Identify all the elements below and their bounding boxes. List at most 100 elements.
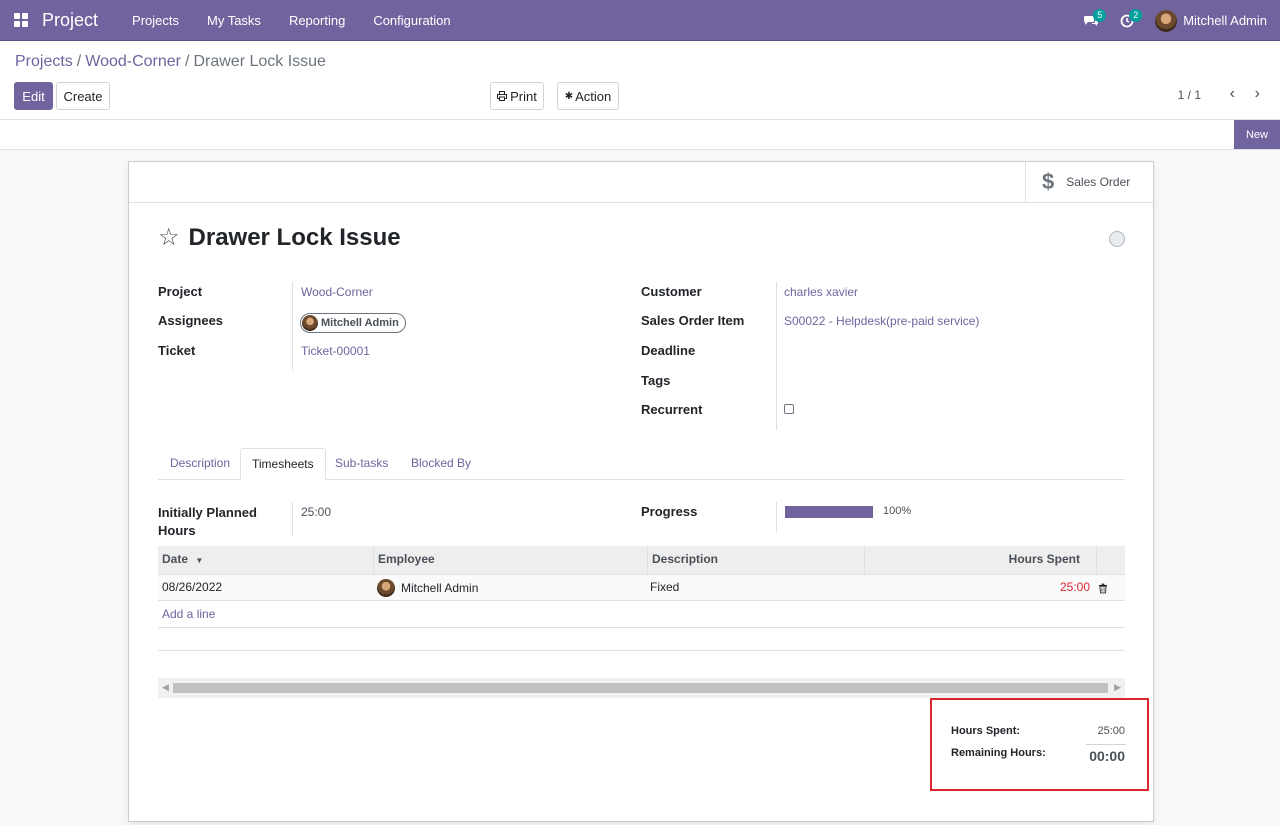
app-menu-icon[interactable]: [0, 0, 42, 41]
row-description[interactable]: Fixed: [647, 575, 682, 601]
breadcrumb-separator: /: [76, 53, 82, 70]
breadcrumb-projects[interactable]: Projects: [15, 53, 73, 71]
gear-icon: ✱: [564, 90, 574, 102]
tab-sub-tasks[interactable]: Sub-tasks: [324, 448, 399, 480]
action-button[interactable]: ✱ Action: [557, 82, 619, 110]
tags-label: Tags: [641, 373, 671, 388]
edit-button[interactable]: Edit: [14, 82, 53, 110]
breadcrumb: Projects / Wood-Corner / Drawer Lock Iss…: [15, 53, 326, 71]
row-employee[interactable]: Mitchell Admin: [374, 575, 481, 601]
recurrent-checkbox[interactable]: [784, 404, 794, 414]
ticket-value[interactable]: Ticket-00001: [301, 344, 370, 358]
progress-label: Progress: [641, 504, 698, 519]
tab-timesheets[interactable]: Timesheets: [240, 448, 326, 480]
sort-desc-icon: ▼: [195, 556, 204, 565]
assignee-avatar: [302, 315, 318, 331]
tags-field[interactable]: [784, 370, 1104, 390]
sales-order-item-label: Sales Order Item: [641, 313, 745, 328]
field-divider: [776, 282, 777, 430]
print-icon: [497, 91, 508, 101]
sales-order-smart-button[interactable]: $ Sales Order: [1025, 162, 1153, 202]
remaining-hours-value: 00:00: [1089, 748, 1125, 764]
smart-button-box: $ Sales Order: [129, 162, 1153, 203]
app-title[interactable]: Project: [42, 10, 98, 31]
stage-new-button[interactable]: New: [1234, 120, 1280, 149]
sales-order-item-value[interactable]: S00022 - Helpdesk(pre-paid service): [784, 314, 979, 328]
messages-count-badge: 5: [1093, 9, 1107, 22]
messages-button[interactable]: 5: [1073, 0, 1109, 41]
assignee-name: Mitchell Admin: [321, 317, 399, 329]
hours-spent-total-value: 25:00: [1097, 725, 1125, 737]
pager-previous-icon[interactable]: ‹: [1230, 85, 1235, 103]
pager-next-icon[interactable]: ›: [1255, 85, 1260, 103]
tab-blocked-by[interactable]: Blocked By: [400, 448, 482, 480]
print-label: Print: [510, 88, 537, 104]
menu-reporting[interactable]: Reporting: [275, 0, 359, 41]
activities-count-badge: 2: [1129, 9, 1143, 22]
hours-totals: Hours Spent: 25:00 Remaining Hours: 00:0…: [930, 698, 1149, 791]
column-date[interactable]: Date ▼: [158, 546, 374, 575]
notebook-tabs: Description Timesheets Sub-tasks Blocked…: [158, 448, 1125, 480]
table-row[interactable]: 08/26/2022 Mitchell Admin Fixed 25:00: [158, 575, 1125, 601]
project-value[interactable]: Wood-Corner: [301, 285, 373, 299]
horizontal-scrollbar[interactable]: ◀ ▶: [158, 678, 1125, 698]
project-label: Project: [158, 284, 203, 299]
breadcrumb-current: Drawer Lock Issue: [193, 53, 326, 70]
menu-my-tasks[interactable]: My Tasks: [193, 0, 275, 41]
scroll-left-icon[interactable]: ◀: [162, 682, 169, 693]
sales-order-label: Sales Order: [1066, 175, 1131, 189]
deadline-label: Deadline: [641, 343, 696, 358]
breadcrumb-separator: /: [185, 53, 190, 70]
field-divider: [776, 502, 777, 532]
totals-divider: [1086, 744, 1126, 745]
table-header: Date ▼ Employee Description Hours Spent: [158, 546, 1125, 575]
progress-bar: [785, 506, 873, 518]
menu-projects[interactable]: Projects: [118, 0, 193, 41]
ticket-label: Ticket: [158, 343, 196, 358]
row-hours-spent[interactable]: 25:00: [865, 575, 1093, 601]
user-menu[interactable]: Mitchell Admin: [1145, 9, 1280, 32]
menu-configuration[interactable]: Configuration: [359, 0, 464, 41]
user-name: Mitchell Admin: [1183, 13, 1267, 28]
recurrent-label: Recurrent: [641, 402, 703, 417]
field-divider: [292, 502, 293, 537]
main-navbar: Project Projects My Tasks Reporting Conf…: [0, 0, 1280, 41]
scrollbar-thumb[interactable]: [173, 683, 1108, 693]
user-avatar: [1155, 9, 1178, 32]
planned-hours-value[interactable]: 25:00: [301, 505, 331, 519]
field-divider: [292, 282, 293, 371]
column-hours-spent[interactable]: Hours Spent: [865, 546, 1097, 575]
create-button[interactable]: Create: [56, 82, 110, 110]
progress-text: 100%: [883, 505, 912, 517]
assignee-tag[interactable]: Mitchell Admin: [300, 313, 406, 334]
dollar-icon: $: [1042, 169, 1055, 194]
control-panel: Projects / Wood-Corner / Drawer Lock Iss…: [0, 41, 1280, 120]
hours-spent-total-label: Hours Spent:: [951, 725, 1021, 737]
print-button[interactable]: Print: [490, 82, 544, 110]
column-employee[interactable]: Employee: [374, 546, 648, 575]
deadline-field[interactable]: [784, 340, 1104, 360]
pager-value[interactable]: 1 / 1: [1178, 88, 1201, 102]
task-title[interactable]: Drawer Lock Issue: [189, 224, 401, 252]
kanban-state-indicator[interactable]: [1109, 231, 1125, 247]
form-sheet: $ Sales Order ☆ Drawer Lock Issue Projec…: [128, 161, 1154, 822]
employee-avatar: [377, 579, 395, 597]
column-description[interactable]: Description: [648, 546, 865, 575]
scroll-right-icon[interactable]: ▶: [1114, 682, 1121, 693]
action-label: Action: [575, 88, 612, 104]
remaining-hours-label: Remaining Hours:: [951, 747, 1046, 759]
assignees-label: Assignees: [158, 313, 224, 328]
planned-hours-label: Initially Planned Hours: [158, 505, 257, 538]
row-date[interactable]: 08/26/2022: [159, 575, 225, 601]
customer-label: Customer: [641, 284, 702, 299]
breadcrumb-project[interactable]: Wood-Corner: [85, 53, 181, 71]
star-priority-icon[interactable]: ☆: [158, 226, 180, 250]
title-row: ☆ Drawer Lock Issue: [158, 224, 401, 252]
progress-bar-fill: [785, 506, 873, 518]
activities-button[interactable]: 2: [1109, 0, 1145, 41]
delete-row-icon[interactable]: [1096, 575, 1110, 601]
empty-row: [158, 601, 1125, 628]
tab-description[interactable]: Description: [159, 448, 241, 480]
customer-value[interactable]: charles xavier: [784, 285, 858, 299]
status-bar: New: [0, 120, 1280, 150]
